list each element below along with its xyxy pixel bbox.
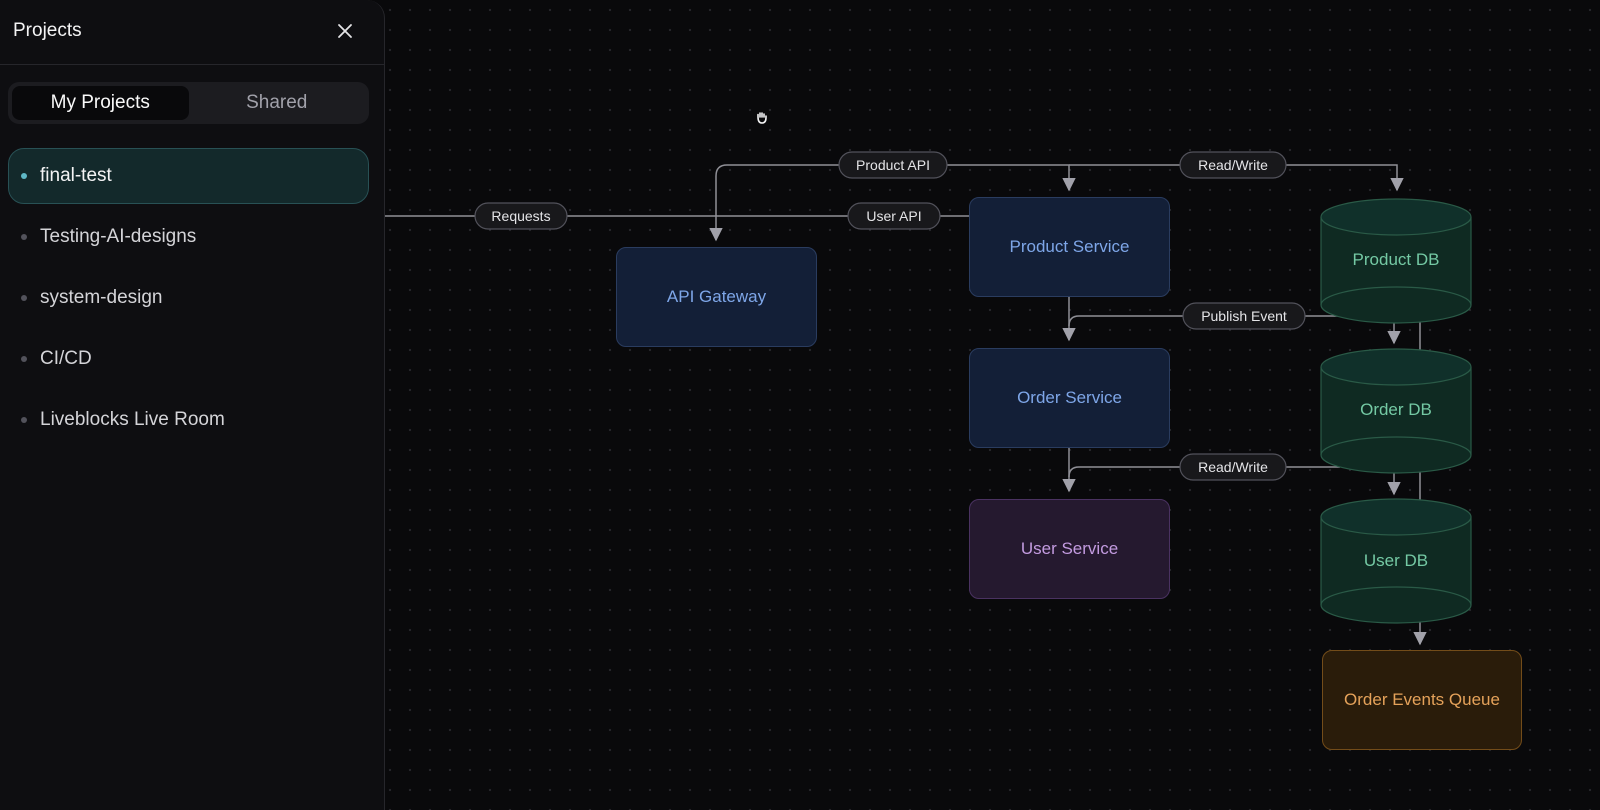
project-dot-icon bbox=[21, 295, 27, 301]
user-service-label: User Service bbox=[1020, 539, 1119, 558]
svg-text:Requests: Requests bbox=[491, 208, 550, 224]
svg-text:Product API: Product API bbox=[856, 157, 930, 173]
project-item-testing-ai-designs[interactable]: Testing-AI-designs bbox=[8, 209, 369, 265]
edge-label-publish-event[interactable]: Publish Event bbox=[1182, 302, 1306, 330]
edge-label-requests[interactable]: Requests bbox=[474, 202, 568, 230]
tab-shared[interactable]: Shared bbox=[189, 86, 366, 120]
api-gateway-label: API Gateway bbox=[666, 287, 767, 306]
edge-label-user-api[interactable]: User API bbox=[847, 202, 941, 230]
project-tabs: My Projects Shared bbox=[8, 82, 369, 124]
projects-panel: Projects My Projects Shared final-test T… bbox=[0, 0, 385, 810]
project-item-system-design[interactable]: system-design bbox=[8, 270, 369, 326]
order-db-label: Order DB bbox=[1360, 400, 1432, 419]
panel-header: Projects bbox=[0, 0, 384, 65]
edge-label-read-write-bottom[interactable]: Read/Write bbox=[1179, 453, 1287, 481]
product-service-node[interactable]: Product Service bbox=[969, 197, 1170, 297]
edge-label-read-write-top[interactable]: Read/Write bbox=[1179, 151, 1287, 179]
order-events-queue-label: Order Events Queue bbox=[1344, 690, 1500, 709]
project-list: final-test Testing-AI-designs system-des… bbox=[8, 148, 369, 453]
project-label: Testing-AI-designs bbox=[40, 226, 197, 247]
product-db-label: Product DB bbox=[1352, 250, 1440, 269]
project-item-liveblocks-live-room[interactable]: Liveblocks Live Room bbox=[8, 392, 369, 448]
user-service-node[interactable]: User Service bbox=[969, 499, 1170, 599]
order-service-label: Order Service bbox=[1017, 388, 1122, 407]
project-dot-icon bbox=[21, 173, 27, 179]
project-dot-icon bbox=[21, 234, 27, 240]
svg-text:User API: User API bbox=[866, 208, 921, 224]
svg-text:Publish Event: Publish Event bbox=[1201, 308, 1287, 324]
panel-title: Projects bbox=[13, 20, 82, 41]
tab-my-projects[interactable]: My Projects bbox=[12, 86, 189, 120]
svg-text:Read/Write: Read/Write bbox=[1198, 157, 1268, 173]
project-dot-icon bbox=[21, 417, 27, 423]
user-db-label: User DB bbox=[1363, 551, 1429, 570]
grab-hand-icon bbox=[755, 111, 769, 130]
order-service-node[interactable]: Order Service bbox=[969, 348, 1170, 448]
order-events-queue-node[interactable]: Order Events Queue bbox=[1322, 650, 1522, 750]
project-dot-icon bbox=[21, 356, 27, 362]
close-icon bbox=[338, 24, 352, 38]
project-label: system-design bbox=[40, 287, 163, 308]
close-button[interactable] bbox=[334, 20, 356, 42]
product-service-label: Product Service bbox=[1009, 237, 1130, 256]
edge-label-product-api[interactable]: Product API bbox=[838, 151, 948, 179]
project-label: Liveblocks Live Room bbox=[40, 409, 225, 430]
project-label: CI/CD bbox=[40, 348, 92, 369]
api-gateway-node[interactable]: API Gateway bbox=[616, 247, 817, 347]
project-item-final-test[interactable]: final-test bbox=[8, 148, 369, 204]
project-item-ci-cd[interactable]: CI/CD bbox=[8, 331, 369, 387]
svg-text:Read/Write: Read/Write bbox=[1198, 459, 1268, 475]
project-label: final-test bbox=[40, 165, 112, 186]
